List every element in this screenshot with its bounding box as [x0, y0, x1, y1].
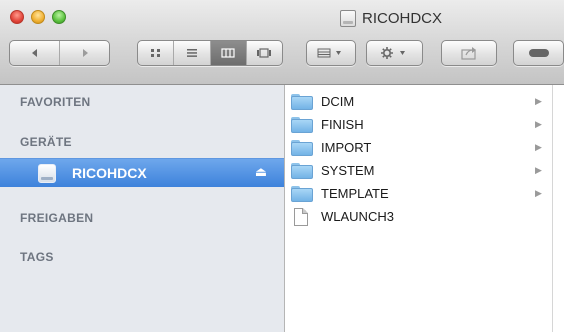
toolbar: RICOHDCX: [0, 0, 564, 85]
view-mode-control: [137, 40, 283, 66]
back-forward-control: [9, 40, 110, 66]
file-name: IMPORT: [321, 140, 372, 155]
sidebar-section-tags[interactable]: TAGS: [20, 250, 54, 264]
share-icon: [461, 47, 476, 60]
toggle-sidebar-button[interactable]: [513, 40, 564, 66]
next-column-area[interactable]: [552, 85, 564, 332]
sidebar-section-devices[interactable]: GERÄTE: [20, 135, 72, 149]
drive-icon: [340, 9, 356, 27]
gear-icon: [380, 47, 405, 59]
folder-icon: [291, 186, 313, 202]
file-name: FINISH: [321, 117, 364, 132]
disclosure-arrow-icon: ▶: [535, 165, 542, 175]
toggle-icon: [528, 49, 549, 57]
share-button-inner: [442, 41, 496, 65]
file-name: SYSTEM: [321, 163, 375, 178]
toggle-sidebar-inner: [514, 41, 563, 65]
arrange-button[interactable]: [306, 40, 356, 66]
document-icon: [294, 208, 308, 226]
list-item[interactable]: DCIM ▶: [285, 91, 552, 113]
list-view-button[interactable]: [174, 41, 211, 65]
disclosure-arrow-icon: ▶: [535, 119, 542, 129]
chevron-right-icon: [82, 49, 88, 57]
sidebar: FAVORITEN GERÄTE RICOHDCX ⏏ FREIGABEN TA…: [0, 85, 285, 332]
minimize-window-button[interactable]: [31, 10, 45, 24]
sidebar-section-favorites[interactable]: FAVORITEN: [20, 95, 90, 109]
forward-button[interactable]: [60, 41, 109, 65]
list-item[interactable]: TEMPLATE ▶: [285, 183, 552, 205]
share-button[interactable]: [441, 40, 497, 66]
folder-icon: [291, 163, 313, 179]
action-menu-button[interactable]: [366, 40, 423, 66]
finder-window: RICOHDCX FAVORITEN GERÄTE RICOHDCX ⏏ FRE…: [0, 0, 564, 332]
arrange-button-inner: [307, 41, 355, 65]
file-name: DCIM: [321, 94, 355, 109]
list-item[interactable]: IMPORT ▶: [285, 137, 552, 159]
zoom-window-button[interactable]: [52, 10, 66, 24]
file-name: TEMPLATE: [321, 186, 389, 201]
cover-flow-icon: [257, 48, 272, 58]
eject-icon[interactable]: ⏏: [253, 164, 269, 180]
folder-icon: [291, 140, 313, 156]
back-button[interactable]: [10, 41, 60, 65]
column-view-icon: [221, 48, 235, 58]
list-item[interactable]: FINISH ▶: [285, 114, 552, 136]
sidebar-section-shared[interactable]: FREIGABEN: [20, 211, 93, 225]
sidebar-item-label: RICOHDCX: [72, 165, 147, 181]
external-drive-icon: [38, 164, 56, 183]
folder-icon: [291, 117, 313, 133]
column-view-button[interactable]: [210, 41, 247, 65]
action-menu-inner: [367, 41, 422, 65]
chevron-left-icon: [31, 49, 37, 57]
list-view-icon: [186, 49, 197, 57]
disclosure-arrow-icon: ▶: [535, 96, 542, 106]
list-item[interactable]: WLAUNCH3: [285, 206, 552, 228]
cover-flow-view-button[interactable]: [247, 41, 282, 65]
file-name: WLAUNCH3: [321, 209, 394, 224]
arrange-grid-icon: [317, 48, 341, 58]
list-item[interactable]: SYSTEM ▶: [285, 160, 552, 182]
disclosure-arrow-icon: ▶: [535, 142, 542, 152]
disclosure-arrow-icon: ▶: [535, 188, 542, 198]
file-column: DCIM ▶ FINISH ▶ IMPORT ▶ SYSTEM ▶ TEMPLA…: [285, 85, 552, 332]
window-title: RICOHDCX: [340, 8, 442, 28]
close-window-button[interactable]: [10, 10, 24, 24]
folder-icon: [291, 94, 313, 110]
icon-view-button[interactable]: [138, 41, 175, 65]
window-title-text: RICOHDCX: [362, 9, 443, 27]
sidebar-item-ricohdcx[interactable]: RICOHDCX ⏏: [0, 158, 284, 187]
icon-view-icon: [150, 49, 160, 57]
